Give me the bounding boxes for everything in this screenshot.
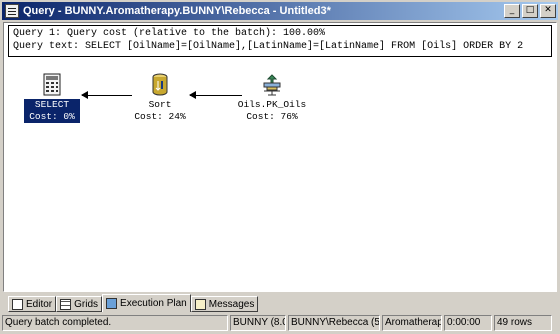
tab-grids[interactable]: Grids bbox=[56, 296, 103, 312]
tab-label: Grids bbox=[74, 298, 99, 310]
plan-node-select[interactable]: SELECT Cost: 0% bbox=[24, 73, 80, 123]
window-title: Query - BUNNY.Aromatherapy.BUNNY\Rebecca… bbox=[23, 5, 331, 17]
tab-editor[interactable]: Editor bbox=[8, 296, 57, 312]
plan-node-cost: Cost: 76% bbox=[246, 111, 298, 122]
status-server: BUNNY (8.0) bbox=[230, 315, 286, 331]
title-bar[interactable]: Query - BUNNY.Aromatherapy.BUNNY\Rebecca… bbox=[2, 2, 558, 20]
messages-icon bbox=[194, 298, 206, 310]
results-tabs: Editor Grids Execution Plan Messages bbox=[8, 294, 259, 312]
tab-label: Messages bbox=[208, 298, 255, 310]
plan-node-cost: Cost: 0% bbox=[24, 111, 80, 123]
tab-label: Execution Plan bbox=[120, 298, 187, 309]
plan-node-label: Sort bbox=[148, 99, 172, 110]
query-window-icon bbox=[5, 4, 19, 18]
query-window: Query - BUNNY.Aromatherapy.BUNNY\Rebecca… bbox=[0, 0, 560, 334]
result-icon bbox=[43, 73, 61, 96]
status-elapsed: 0:00:00 bbox=[444, 315, 492, 331]
query-cost-header: Query 1: Query cost (relative to the bat… bbox=[8, 25, 552, 57]
sort-icon bbox=[152, 73, 168, 96]
query-text-line: Query text: SELECT [OilName]=[OilName],[… bbox=[13, 41, 524, 52]
plan-node-label: SELECT bbox=[24, 99, 80, 111]
maximize-button[interactable]: □ bbox=[522, 4, 538, 18]
minimize-button[interactable]: _ bbox=[504, 4, 520, 18]
tab-label: Editor bbox=[26, 298, 53, 310]
editor-icon bbox=[12, 298, 23, 310]
plan-node-index-scan[interactable]: Oils.PK_Oils Cost: 76% bbox=[232, 73, 312, 123]
plan-node-label: Oils.PK_Oils bbox=[237, 99, 307, 110]
index-scan-icon bbox=[263, 74, 281, 96]
execution-plan-pane[interactable]: Query 1: Query cost (relative to the bat… bbox=[3, 22, 557, 292]
status-message: Query batch completed. bbox=[2, 315, 228, 331]
grid-icon bbox=[60, 298, 72, 310]
status-user: BUNNY\Rebecca (53) bbox=[288, 315, 380, 331]
status-database: Aromatherapy bbox=[382, 315, 442, 331]
plan-arrow bbox=[81, 91, 132, 99]
window-controls: _ □ ✕ bbox=[504, 4, 556, 18]
plan-node-sort[interactable]: Sort Cost: 24% bbox=[132, 73, 188, 123]
tab-messages[interactable]: Messages bbox=[190, 296, 259, 312]
tab-execution-plan[interactable]: Execution Plan bbox=[102, 294, 191, 312]
plan-icon bbox=[106, 298, 118, 309]
plan-node-cost: Cost: 24% bbox=[134, 111, 186, 122]
status-bar: Query batch completed. BUNNY (8.0) BUNNY… bbox=[2, 314, 558, 332]
close-button[interactable]: ✕ bbox=[540, 4, 556, 18]
query-cost-line: Query 1: Query cost (relative to the bat… bbox=[13, 28, 326, 39]
status-rows: 49 rows bbox=[494, 315, 552, 331]
